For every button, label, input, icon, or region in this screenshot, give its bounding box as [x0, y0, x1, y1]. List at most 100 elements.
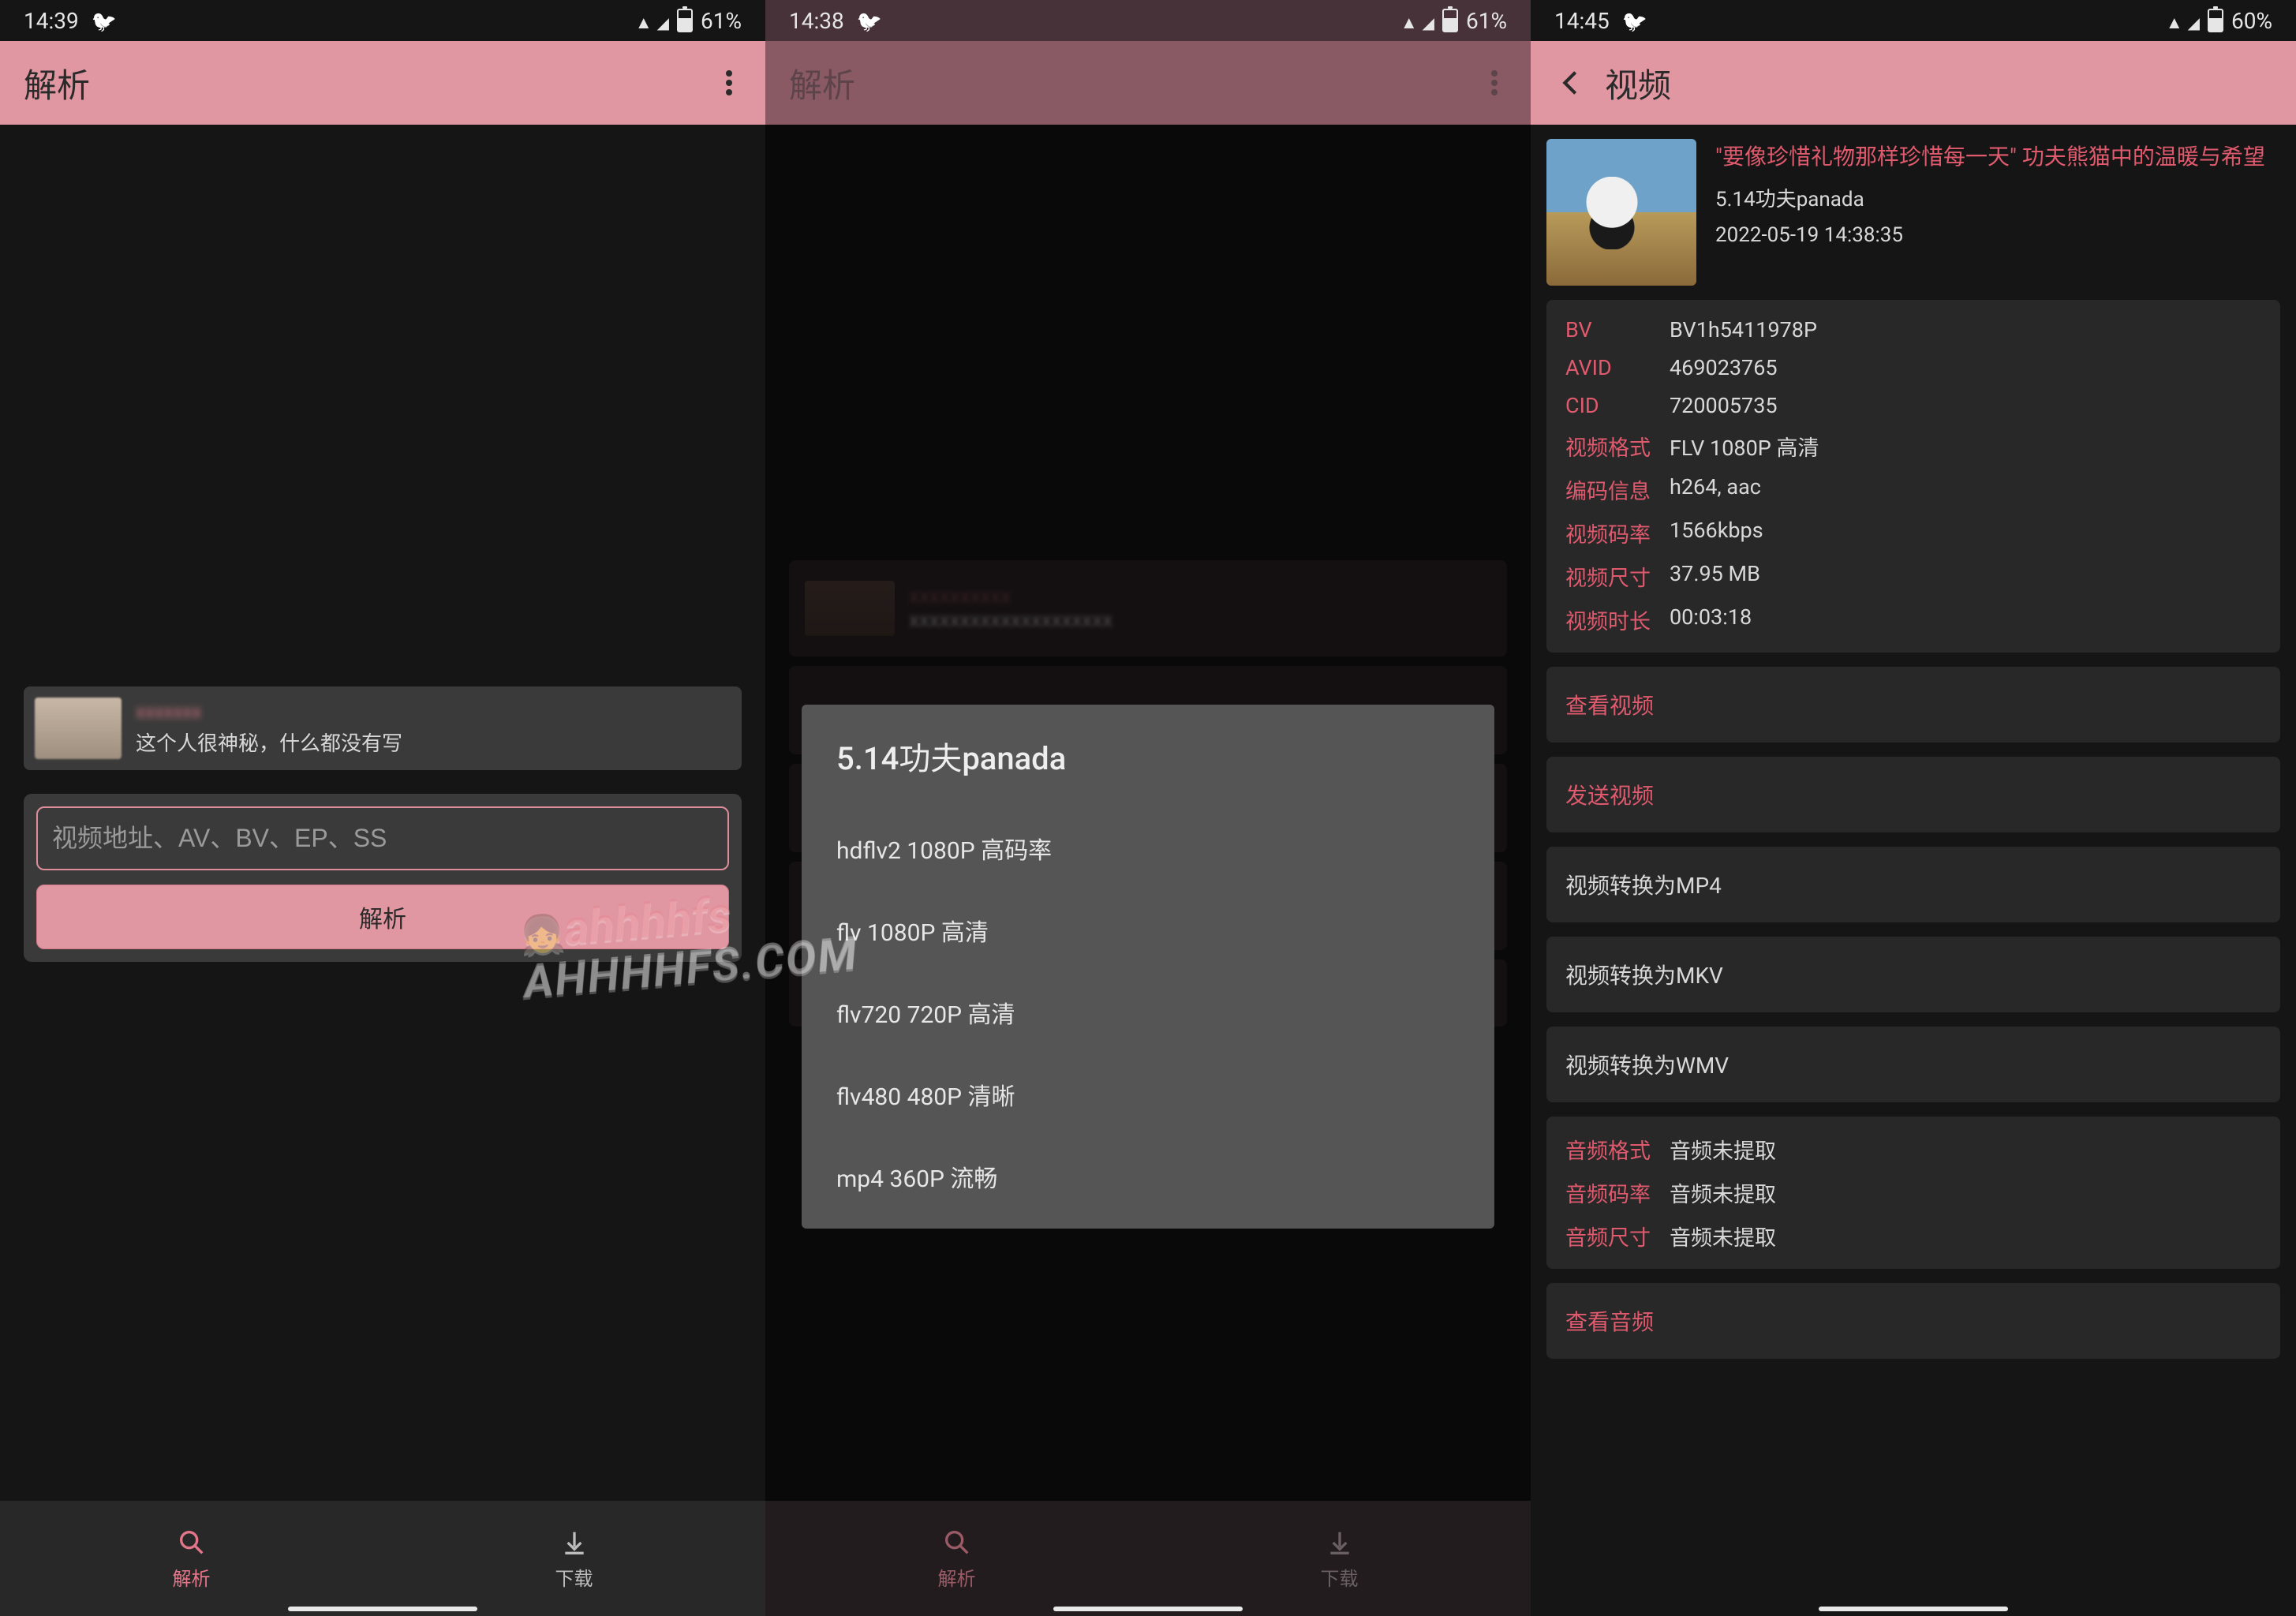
- info-val: 00:03:18: [1670, 604, 1752, 635]
- convert-wmv-button[interactable]: 视频转换为WMV: [1546, 1027, 2280, 1102]
- info-key: 音频码率: [1565, 1177, 1654, 1208]
- info-val: 37.95 MB: [1670, 561, 1760, 592]
- status-time: 14:38: [789, 8, 844, 34]
- info-key: 音频格式: [1565, 1134, 1654, 1165]
- bottom-nav: 解析 下载: [0, 1501, 765, 1616]
- twitter-icon: [1622, 8, 1647, 34]
- wifi-icon: [2166, 8, 2180, 34]
- result-card[interactable]: xxxxxxxxxx xxxxxxxxxxxxxxxxxxxx: [789, 560, 1507, 656]
- bottom-nav: 解析 下载: [765, 1501, 1531, 1616]
- info-val: BV1h5411978P: [1670, 317, 1817, 342]
- quality-option[interactable]: flv480 480P 清晰: [836, 1053, 1460, 1135]
- info-key: BV: [1565, 317, 1654, 342]
- dialog-title: 5.14功夫panada: [836, 733, 1460, 779]
- info-row: BV BV1h5411978P: [1565, 317, 2261, 342]
- info-val: 720005735: [1670, 393, 1778, 418]
- nav-parse-label: 解析: [173, 1563, 211, 1591]
- quality-option[interactable]: flv 1080P 高清: [836, 889, 1460, 971]
- home-indicator[interactable]: [288, 1607, 477, 1611]
- result-title: xxxxxxxxxx: [909, 585, 1112, 608]
- video-header: "要像珍惜礼物那样珍惜每一天" 功夫熊猫中的温暖与希望 5.14功夫panada…: [1546, 139, 2280, 286]
- more-icon[interactable]: [716, 61, 742, 105]
- back-icon[interactable]: [1554, 67, 1586, 99]
- info-key: 视频码率: [1565, 518, 1654, 548]
- info-key: CID: [1565, 393, 1654, 418]
- send-video-button[interactable]: 发送视频: [1546, 757, 2280, 832]
- signal-icon: [1423, 8, 1434, 34]
- result-subtitle: xxxxxxxxxxxxxxxxxxxx: [909, 608, 1112, 632]
- download-icon: [1324, 1527, 1356, 1558]
- info-row: AVID 469023765: [1565, 355, 2261, 380]
- video-timestamp: 2022-05-19 14:38:35: [1715, 223, 2265, 247]
- home-indicator[interactable]: [1819, 1607, 2008, 1611]
- video-info-card: BV BV1h5411978P AVID 469023765 CID 72000573…: [1546, 300, 2280, 653]
- battery-icon: [2208, 9, 2223, 32]
- view-video-button[interactable]: 查看视频: [1546, 667, 2280, 743]
- video-thumbnail[interactable]: [1546, 139, 1696, 286]
- status-bar: 14:38 61%: [765, 0, 1531, 41]
- audio-info-card: 音频格式音频未提取 音频码率音频未提取 音频尺寸音频未提取: [1546, 1117, 2280, 1269]
- info-val: 469023765: [1670, 355, 1778, 380]
- battery-percent: 61%: [701, 8, 742, 34]
- video-title: "要像珍惜礼物那样珍惜每一天" 功夫熊猫中的温暖与希望: [1715, 142, 2265, 172]
- info-row: 视频时长 00:03:18: [1565, 604, 2261, 635]
- wifi-icon: [1400, 8, 1415, 34]
- avatar: [35, 698, 122, 759]
- info-row: 视频码率 1566kbps: [1565, 518, 2261, 548]
- info-row: 音频码率音频未提取: [1565, 1177, 2261, 1208]
- info-val: 音频未提取: [1670, 1177, 1776, 1208]
- view-audio-button[interactable]: 查看音频: [1546, 1283, 2280, 1359]
- info-key: 编码信息: [1565, 474, 1654, 505]
- info-val: 音频未提取: [1670, 1221, 1776, 1251]
- info-key: 视频格式: [1565, 431, 1654, 462]
- info-row: 音频格式音频未提取: [1565, 1134, 2261, 1165]
- convert-mkv-button[interactable]: 视频转换为MKV: [1546, 937, 2280, 1012]
- video-thumbnail: [805, 581, 895, 636]
- status-bar: 14:45 60%: [1531, 0, 2296, 41]
- quality-option[interactable]: flv720 720P 高清: [836, 971, 1460, 1053]
- parse-button[interactable]: 解析: [36, 885, 729, 949]
- video-subtitle: 5.14功夫panada: [1715, 183, 2265, 212]
- info-row: 视频尺寸37.95 MB: [1565, 561, 2261, 592]
- info-row: 视频格式FLV 1080P 高清: [1565, 431, 2261, 462]
- info-row: CID 720005735: [1565, 393, 2261, 418]
- signal-icon: [657, 8, 669, 34]
- app-bar: 视频: [1531, 41, 2296, 125]
- info-key: AVID: [1565, 355, 1654, 380]
- profile-card[interactable]: xxxxxxx 这个人很神秘，什么都没有写: [24, 686, 742, 770]
- battery-percent: 60%: [2231, 8, 2272, 34]
- quality-option[interactable]: hdflv2 1080P 高码率: [836, 807, 1460, 889]
- info-val: 音频未提取: [1670, 1134, 1776, 1165]
- profile-name: xxxxxxx: [136, 701, 402, 723]
- profile-desc: 这个人很神秘，什么都没有写: [136, 728, 402, 757]
- input-block: 解析: [24, 794, 742, 962]
- quality-option[interactable]: mp4 360P 流畅: [836, 1135, 1460, 1218]
- battery-percent: 61%: [1466, 8, 1507, 34]
- download-icon: [559, 1527, 590, 1558]
- info-key: 视频时长: [1565, 604, 1654, 635]
- info-val: 1566kbps: [1670, 518, 1763, 548]
- battery-icon: [1442, 9, 1458, 32]
- url-input[interactable]: [36, 806, 729, 870]
- nav-parse[interactable]: 解析: [765, 1501, 1148, 1616]
- signal-icon: [2188, 8, 2200, 34]
- info-key: 音频尺寸: [1565, 1221, 1654, 1251]
- nav-download[interactable]: 下载: [1148, 1501, 1531, 1616]
- search-icon: [176, 1527, 208, 1558]
- nav-download[interactable]: 下载: [383, 1501, 765, 1616]
- app-title: 解析: [789, 59, 1482, 107]
- nav-parse[interactable]: 解析: [0, 1501, 383, 1616]
- app-title: 视频: [1605, 59, 2272, 107]
- info-row: 音频尺寸音频未提取: [1565, 1221, 2261, 1251]
- battery-icon: [677, 9, 693, 32]
- nav-download-label: 下载: [555, 1563, 593, 1591]
- search-icon: [941, 1527, 973, 1558]
- status-time: 14:45: [1554, 8, 1610, 34]
- twitter-icon: [92, 8, 117, 34]
- home-indicator[interactable]: [1053, 1607, 1243, 1611]
- convert-mp4-button[interactable]: 视频转换为MP4: [1546, 847, 2280, 922]
- status-time: 14:39: [24, 8, 79, 34]
- info-row: 编码信息h264, aac: [1565, 474, 2261, 505]
- more-icon[interactable]: [1482, 61, 1507, 105]
- app-title: 解析: [24, 59, 716, 107]
